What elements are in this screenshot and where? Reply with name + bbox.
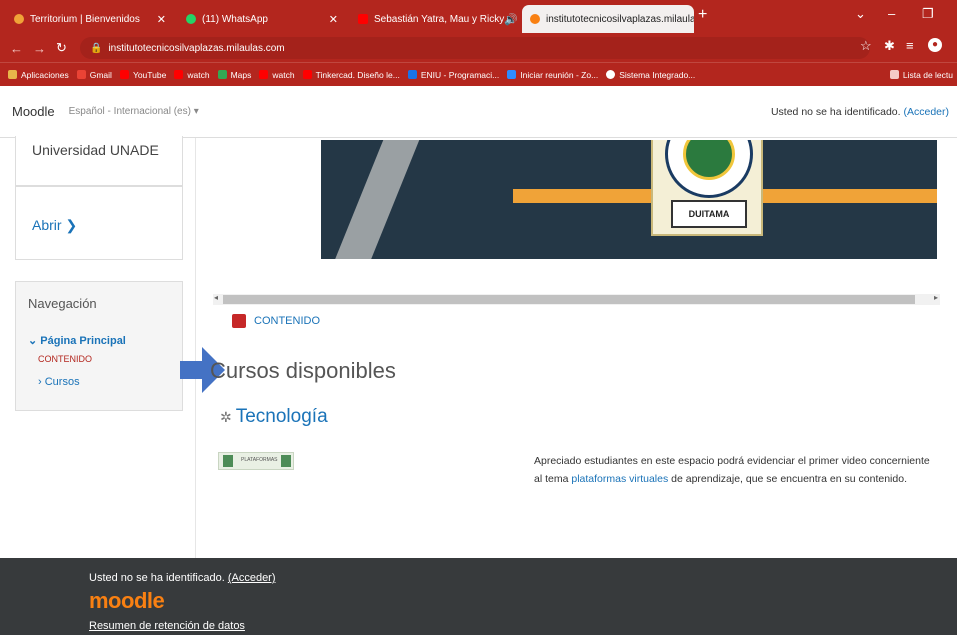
university-name: Universidad UNADE bbox=[32, 142, 159, 158]
bookmarks-bar: Aplicaciones Gmail YouTube watch Maps wa… bbox=[0, 62, 957, 86]
moodle-logo[interactable]: moodle bbox=[89, 588, 165, 614]
globe-icon bbox=[606, 70, 616, 79]
tab-search-icon[interactable]: ⌄ bbox=[855, 6, 866, 22]
school-crest-logo: DUITAMA bbox=[651, 140, 763, 236]
bookmark-eniu[interactable]: ENIU - Programaci... bbox=[407, 70, 499, 80]
bookmark-youtube[interactable]: YouTube bbox=[119, 70, 166, 80]
tab-whatsapp[interactable]: (11) WhatsApp ✕ bbox=[178, 5, 346, 33]
maps-icon bbox=[217, 70, 227, 79]
footer-login-link[interactable]: (Acceder) bbox=[228, 572, 276, 584]
star-icon[interactable]: ☆ bbox=[860, 38, 872, 54]
bookmark-apps[interactable]: Aplicaciones bbox=[8, 70, 69, 80]
bookmark-tinkercad[interactable]: Tinkercad. Diseño le... bbox=[302, 70, 400, 80]
thumbnail-graphic bbox=[223, 455, 233, 467]
available-courses-heading: Cursos disponibles bbox=[210, 358, 396, 383]
nav-contenido-link[interactable]: CONTENIDO bbox=[38, 354, 92, 364]
close-icon[interactable]: ✕ bbox=[329, 13, 338, 26]
scroll-right-icon[interactable]: ▸ bbox=[934, 293, 938, 302]
bookmark-gmail[interactable]: Gmail bbox=[76, 70, 112, 80]
apps-icon bbox=[8, 70, 17, 79]
data-retention-link[interactable]: Resumen de retención de datos bbox=[89, 620, 245, 632]
footer-login-status: Usted no se ha identificado. (Acceder) bbox=[89, 572, 276, 584]
scroll-left-icon[interactable]: ◂ bbox=[214, 293, 218, 302]
youtube-icon bbox=[302, 70, 312, 79]
university-block: Universidad UNADE bbox=[15, 136, 183, 186]
bookmark-reading-list[interactable]: Lista de lectu bbox=[889, 70, 953, 80]
tab-moodle[interactable]: institutotecnicosilvaplazas.milaulas. ✕ bbox=[522, 5, 694, 33]
youtube-icon bbox=[259, 70, 269, 79]
plataformas-virtuales-link[interactable]: plataformas virtuales bbox=[571, 473, 668, 485]
login-link[interactable]: (Acceder) bbox=[903, 106, 949, 118]
bookmark-maps[interactable]: Maps bbox=[217, 70, 251, 80]
bookmark-zoom[interactable]: Iniciar reunión - Zo... bbox=[507, 70, 598, 80]
new-tab-button[interactable]: + bbox=[698, 6, 707, 24]
minimize-button[interactable]: – bbox=[888, 6, 895, 21]
page-footer: Usted no se ha identificado. (Acceder) m… bbox=[0, 558, 957, 635]
youtube-icon bbox=[358, 14, 368, 24]
login-status: Usted no se ha identificado. (Acceder) bbox=[770, 105, 949, 118]
moodle-header: Moodle Español - Internacional (es) ▾ Us… bbox=[0, 86, 957, 138]
crest-ribbon: DUITAMA bbox=[671, 200, 747, 228]
reading-list-icon bbox=[889, 70, 899, 79]
language-selector[interactable]: Español - Internacional (es) ▾ bbox=[69, 106, 199, 117]
banner-stripe bbox=[322, 140, 424, 259]
horizontal-scrollbar[interactable]: ◂ ▸ bbox=[213, 293, 940, 305]
tab-territorium[interactable]: Territorium | Bienvenidos ✕ bbox=[6, 5, 174, 33]
thumbnail-graphic bbox=[281, 455, 291, 467]
close-icon[interactable]: 🔊 ✕ bbox=[504, 13, 518, 26]
youtube-icon bbox=[119, 70, 129, 79]
bookmark-watch[interactable]: watch bbox=[174, 70, 210, 80]
contenido-link[interactable]: CONTENIDO bbox=[232, 314, 320, 328]
address-bar-row: ← → ↻ 🔒 institutotecnicosilvaplazas.mila… bbox=[0, 34, 957, 62]
scrollbar-thumb[interactable] bbox=[223, 295, 915, 304]
close-icon[interactable]: ✕ bbox=[157, 13, 166, 26]
reading-list-icon[interactable]: ≡ bbox=[906, 38, 914, 53]
territorium-icon bbox=[14, 14, 24, 24]
navigation-block: Navegación ⌄ Página Principal CONTENIDO … bbox=[15, 281, 183, 411]
gmail-icon bbox=[76, 70, 86, 79]
nav-home-link[interactable]: ⌄ Página Principal bbox=[28, 334, 126, 347]
bookmark-watch-2[interactable]: watch bbox=[259, 70, 295, 80]
profile-avatar[interactable]: ● bbox=[928, 38, 942, 52]
open-link[interactable]: Abrir ❯ bbox=[32, 217, 77, 234]
course-thumbnail[interactable]: PLATAFORMAS bbox=[218, 452, 294, 470]
navigation-title: Navegación bbox=[28, 296, 97, 311]
reload-icon[interactable]: ↻ bbox=[56, 40, 67, 56]
moodle-home-link[interactable]: Moodle bbox=[12, 104, 55, 119]
lock-icon: 🔒 bbox=[90, 42, 103, 54]
url-bar[interactable]: 🔒 institutotecnicosilvaplazas.milaulas.c… bbox=[80, 37, 870, 59]
bookmark-sistema[interactable]: Sistema Integrado... bbox=[606, 70, 695, 80]
pdf-icon bbox=[232, 314, 246, 328]
whatsapp-icon bbox=[186, 14, 196, 24]
site-banner: DUITAMA bbox=[321, 140, 937, 259]
forward-icon[interactable]: → bbox=[33, 41, 46, 56]
left-column: Universidad UNADE Abrir ❯ Navegación ⌄ P… bbox=[0, 136, 196, 558]
gear-icon: ✲ bbox=[220, 409, 232, 425]
nav-cursos-link[interactable]: › Cursos bbox=[38, 376, 80, 388]
back-icon[interactable]: ← bbox=[10, 41, 23, 56]
moodle-icon bbox=[530, 14, 540, 24]
browser-tab-bar: Territorium | Bienvenidos ✕ (11) WhatsAp… bbox=[0, 0, 957, 34]
open-block: Abrir ❯ bbox=[15, 186, 183, 260]
youtube-icon bbox=[174, 70, 184, 79]
course-summary: Apreciado estudiantes en este espacio po… bbox=[534, 455, 930, 485]
maximize-button[interactable]: ❐ bbox=[922, 6, 934, 22]
main-region: Universidad UNADE Abrir ❯ Navegación ⌄ P… bbox=[0, 136, 957, 558]
tab-youtube[interactable]: Sebastián Yatra, Mau y Ricky 🔊 ✕ bbox=[350, 5, 518, 33]
extensions-icon[interactable]: ✱ bbox=[884, 38, 895, 54]
course-link-tecnologia[interactable]: ✲ Tecnología bbox=[220, 406, 328, 428]
zoom-icon bbox=[507, 70, 517, 79]
eniu-icon bbox=[407, 70, 417, 79]
